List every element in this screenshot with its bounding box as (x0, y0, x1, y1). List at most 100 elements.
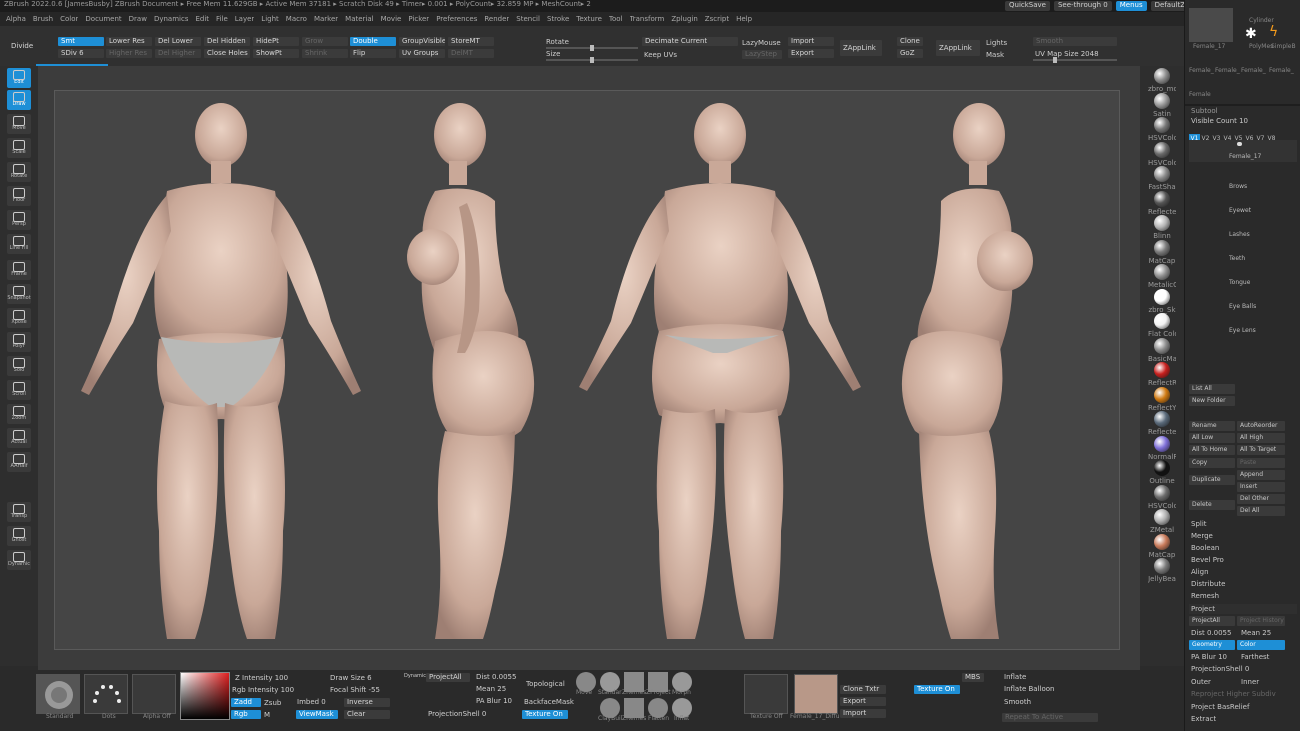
xpose-tool[interactable]: Xpose (7, 308, 31, 328)
subtool-row-tongue[interactable]: Tongue (1189, 266, 1297, 288)
menu-movie[interactable]: Movie (381, 15, 402, 24)
material-7[interactable]: MatCap (1148, 239, 1176, 266)
subtool-row-eyewet[interactable]: Eyewet (1189, 194, 1297, 216)
menus-button[interactable]: Menus (1115, 1, 1147, 11)
transp-tool[interactable]: Transp (7, 502, 31, 522)
tool-thumb-female-e[interactable]: Female (1189, 90, 1211, 99)
snapshot-tool[interactable]: Snapshot (7, 284, 31, 304)
align-section[interactable]: Align (1189, 567, 1297, 577)
project-basrelief-button[interactable]: Project BasRelief (1189, 702, 1297, 712)
remesh-section[interactable]: Remesh (1189, 591, 1297, 601)
subtool-row-lashes[interactable]: Lashes (1189, 218, 1297, 240)
import-button[interactable]: Import (788, 37, 834, 46)
texture-thumbnail[interactable] (794, 674, 838, 714)
menu-dynamics[interactable]: Dynamics (154, 15, 189, 24)
keep-uvs-toggle[interactable]: Keep UVs (644, 51, 677, 60)
menu-alpha[interactable]: Alpha (6, 15, 26, 24)
material-13[interactable]: ReflectY (1148, 386, 1176, 413)
active-tool-thumbnail[interactable] (1189, 8, 1233, 42)
tool-thumb-polymesh[interactable]: PolyMes (1249, 42, 1273, 51)
inverse-button[interactable]: Inverse (344, 698, 390, 707)
rotate-slider[interactable] (546, 45, 638, 51)
menu-layer[interactable]: Layer (235, 15, 255, 24)
subtool-row-eye-balls[interactable]: Eye Balls (1189, 290, 1297, 312)
document-canvas[interactable] (54, 90, 1120, 650)
subtool-toggle-1[interactable] (1237, 142, 1242, 146)
mbs-button[interactable]: MBS (962, 673, 984, 682)
reproject-higher-subdiv-button[interactable]: Reproject Higher Subdiv (1189, 689, 1297, 699)
stroke-thumbnail[interactable] (84, 674, 128, 714)
shrink-button[interactable]: Shrink (302, 49, 348, 58)
mean-slider[interactable]: Mean 25 (476, 685, 506, 694)
hidept-button[interactable]: HidePt (253, 37, 299, 46)
new-folder-button[interactable]: New Folder (1189, 396, 1235, 406)
menu-marker[interactable]: Marker (314, 15, 338, 24)
subtool-mean-slider[interactable]: Mean 25 (1239, 628, 1295, 638)
texture-on-toggle[interactable]: Texture On (522, 710, 568, 719)
flip-button[interactable]: Flip (350, 49, 396, 58)
material-16[interactable]: Outline (1148, 460, 1176, 486)
paste-button[interactable]: Paste (1237, 458, 1285, 468)
smooth-slider[interactable]: Smooth (1033, 37, 1117, 46)
subtool-row-female-17[interactable]: Female_17 (1189, 140, 1297, 162)
zapplink-button-2[interactable]: ZAppLink (936, 40, 980, 56)
tool-thumb-female-a[interactable]: Female_ (1189, 66, 1214, 75)
clear-button[interactable]: Clear (344, 710, 390, 719)
higher-res-button[interactable]: Higher Res (106, 49, 152, 58)
mask-button[interactable]: Mask (986, 51, 1004, 60)
inner-toggle[interactable]: Inner (1239, 677, 1295, 687)
texture-on-button[interactable]: Texture On (914, 685, 960, 694)
texture-off-thumbnail[interactable] (744, 674, 788, 714)
see-through-slider[interactable]: See-through 0 (1053, 1, 1112, 11)
m-toggle[interactable]: M (264, 711, 270, 720)
color-picker[interactable] (180, 672, 230, 720)
subtool-dist-slider[interactable]: Dist 0.0055 (1189, 628, 1239, 638)
ghost-tool[interactable]: Ghost (7, 526, 31, 546)
subtool-projectall-button[interactable]: ProjectAll (1189, 616, 1235, 626)
autoreorder-button[interactable]: AutoReorder (1237, 421, 1285, 431)
lower-res-button[interactable]: Lower Res (106, 37, 152, 46)
actual-tool[interactable]: Actual (7, 428, 31, 448)
draw-tool[interactable]: Draw (7, 90, 31, 110)
grow-button[interactable]: Grow (302, 37, 348, 46)
copy-button[interactable]: Copy (1189, 458, 1235, 468)
smooth-deform-slider[interactable]: Smooth (1004, 698, 1031, 707)
delete-button[interactable]: Delete (1189, 500, 1235, 510)
subtool-header[interactable]: Subtool (1189, 106, 1297, 116)
del-higher-button[interactable]: Del Higher (155, 49, 201, 58)
topological-toggle[interactable]: Topological (526, 680, 565, 689)
boolean-section[interactable]: Boolean (1189, 543, 1297, 553)
scroll-tool[interactable]: Scroll (7, 380, 31, 400)
subtool-row-teeth[interactable]: Teeth (1189, 242, 1297, 264)
divide-button[interactable]: Divide (8, 40, 48, 52)
menu-zscript[interactable]: Zscript (705, 15, 729, 24)
list-all-button[interactable]: List All (1189, 384, 1235, 394)
project-section[interactable]: Project (1189, 604, 1297, 614)
extract-section[interactable]: Extract (1189, 714, 1297, 724)
zadd-toggle[interactable]: Zadd (231, 698, 261, 707)
line-fill-tool[interactable]: Line Fill (7, 234, 31, 254)
menu-document[interactable]: Document (85, 15, 121, 24)
subtool-row-eye-lens[interactable]: Eye Lens (1189, 314, 1297, 336)
rgb-intensity-slider[interactable]: Rgb Intensity 100 (232, 686, 294, 695)
insert-button[interactable]: Insert (1237, 482, 1285, 492)
material-17[interactable]: HSVColo (1148, 484, 1176, 511)
all-to-home-button[interactable]: All To Home (1189, 445, 1235, 455)
del-other-button[interactable]: Del Other (1237, 494, 1285, 504)
dynamic-tool[interactable]: Dynamic (7, 550, 31, 570)
subtool-row-brows[interactable]: Brows (1189, 170, 1297, 192)
menu-tool[interactable]: Tool (609, 15, 623, 24)
dynamic-toggle[interactable]: Dynamic (404, 672, 426, 681)
clone-txtr-button[interactable]: Clone Txtr (840, 685, 886, 694)
lazystep-slider[interactable]: LazyStep (742, 50, 782, 59)
material-2[interactable]: HSVColo (1148, 117, 1176, 143)
outer-toggle[interactable]: Outer (1189, 677, 1239, 687)
material-11[interactable]: BasicMa (1148, 337, 1176, 364)
smt-toggle[interactable]: Smt (58, 37, 104, 46)
rotate-slider-knob[interactable] (590, 45, 594, 51)
distribute-section[interactable]: Distribute (1189, 579, 1297, 589)
farthest-toggle[interactable]: Farthest (1239, 652, 1295, 662)
delmt-button[interactable]: DelMT (448, 49, 494, 58)
floor-tool[interactable]: Floor (7, 186, 31, 206)
close-holes-button[interactable]: Close Holes (204, 49, 250, 58)
